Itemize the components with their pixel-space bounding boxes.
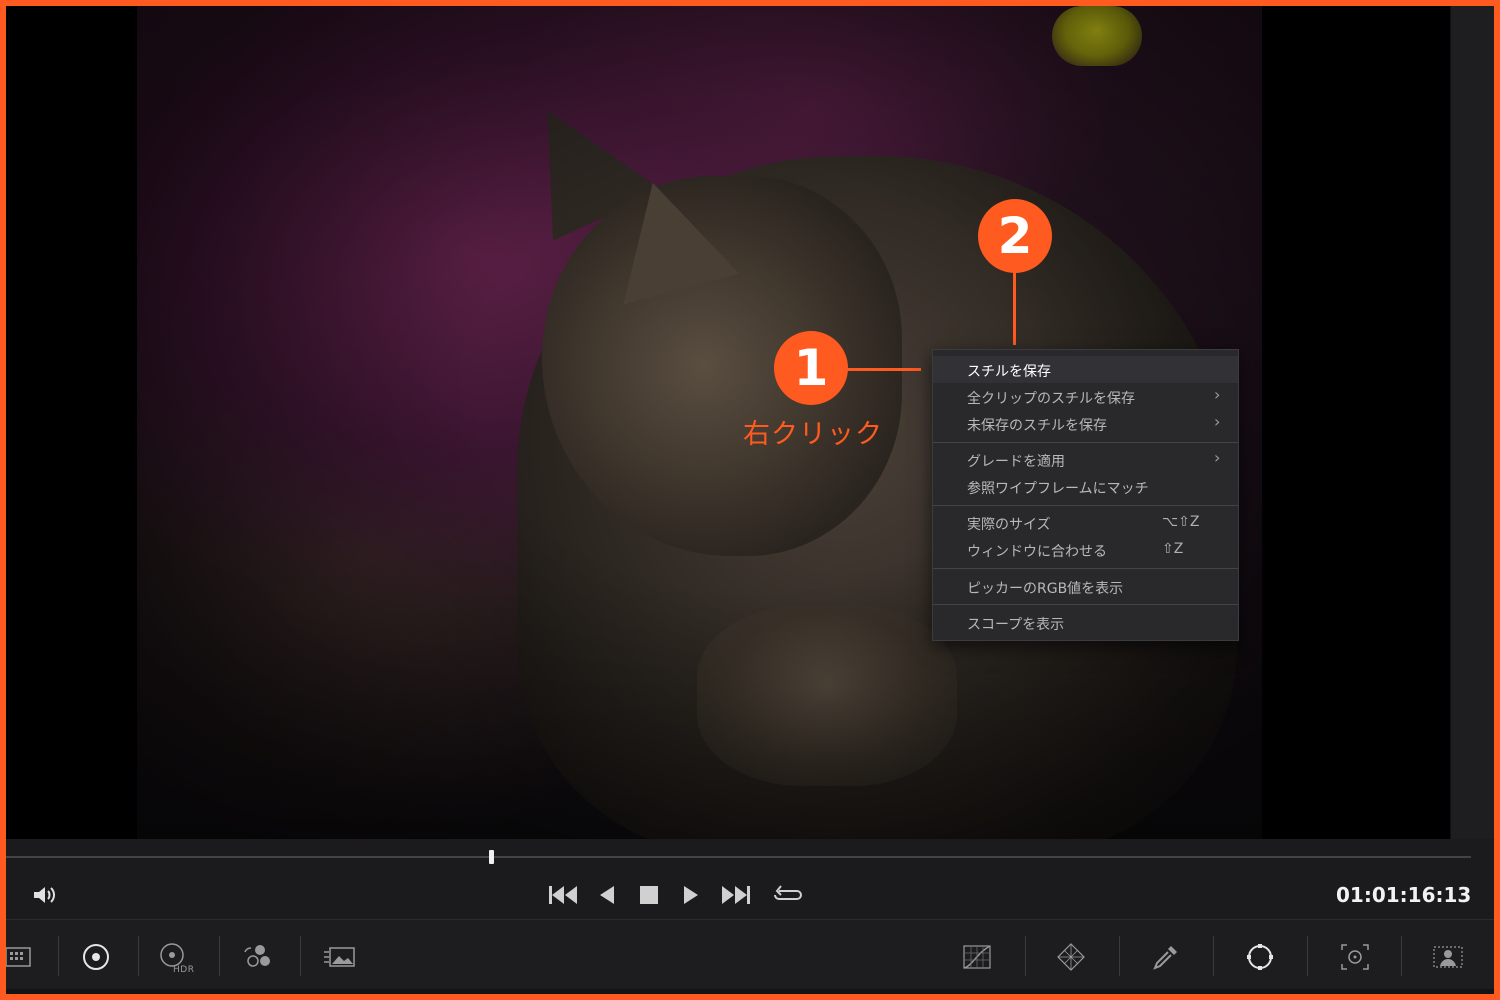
playhead[interactable] — [489, 850, 494, 864]
divider — [1307, 936, 1308, 976]
chevron-right-icon: › — [1214, 448, 1221, 467]
menu-separator — [933, 442, 1238, 443]
menu-item-show-scopes[interactable]: スコープを表示 — [933, 609, 1238, 636]
loop-icon[interactable] — [773, 883, 803, 908]
menu-item-actual-size[interactable]: 実際のサイズ ⌥⇧Z — [933, 509, 1238, 536]
play-icon[interactable] — [684, 886, 698, 907]
annotation-badge-2: 2 — [978, 199, 1052, 273]
curves-icon[interactable] — [960, 940, 994, 974]
menu-item-grab-unsaved-stills[interactable]: 未保存のスチルを保存 › — [933, 410, 1238, 437]
hdr-label: HDR — [173, 965, 195, 975]
skip-to-end-icon[interactable] — [722, 886, 750, 907]
menu-item-grab-still[interactable]: スチルを保存 — [933, 356, 1238, 383]
color-warper-icon[interactable] — [1054, 940, 1088, 974]
magic-mask-icon[interactable] — [1430, 940, 1464, 974]
divider — [300, 936, 301, 976]
menu-separator — [933, 505, 1238, 506]
side-panel-edge — [1450, 6, 1494, 839]
clip-grid-icon[interactable] — [6, 940, 36, 974]
rgb-mixer-icon[interactable] — [241, 940, 275, 974]
annotation-badge-1: 1 — [774, 331, 848, 405]
menu-item-fit-to-window[interactable]: ウィンドウに合わせる ⇧Z — [933, 536, 1238, 563]
palette-toolbar: HDR — [6, 920, 1494, 994]
divider — [1119, 936, 1120, 976]
annotation-callout: 右クリック — [743, 419, 883, 450]
divider — [1401, 936, 1402, 976]
stop-icon[interactable] — [640, 886, 658, 907]
divider — [138, 936, 139, 976]
menu-separator — [933, 568, 1238, 569]
divider — [58, 936, 59, 976]
divider — [1025, 936, 1026, 976]
timecode: 01:01:16:13 — [1336, 883, 1472, 907]
menu-item-apply-grade[interactable]: グレードを適用 › — [933, 446, 1238, 473]
volume-icon[interactable] — [32, 885, 58, 908]
annotation-line-2 — [1013, 271, 1016, 345]
chevron-right-icon: › — [1214, 412, 1221, 431]
motion-effects-icon[interactable] — [322, 940, 356, 974]
menu-item-grab-all-stills[interactable]: 全クリップのスチルを保存 › — [933, 383, 1238, 410]
menu-separator — [933, 604, 1238, 605]
menu-item-show-picker-rgb[interactable]: ピッカーのRGB値を表示 — [933, 573, 1238, 600]
chevron-right-icon: › — [1214, 385, 1221, 404]
divider — [219, 936, 220, 976]
scrubber-bar[interactable] — [6, 856, 1471, 858]
tracker-icon[interactable] — [1338, 940, 1372, 974]
app-window: 1 右クリック 2 スチルを保存 全クリップのスチルを保存 › 未保存のスチルを… — [6, 6, 1494, 994]
power-window-icon[interactable] — [1243, 940, 1277, 974]
context-menu: スチルを保存 全クリップのスチルを保存 › 未保存のスチルを保存 › グレードを… — [932, 349, 1239, 641]
qualifier-picker-icon[interactable] — [1149, 940, 1183, 974]
bottom-edge — [6, 989, 1494, 994]
play-reverse-icon[interactable] — [600, 886, 614, 907]
divider — [1213, 936, 1214, 976]
primaries-wheels-icon[interactable] — [79, 940, 113, 974]
annotation-line-1 — [846, 368, 921, 371]
skip-to-start-icon[interactable] — [549, 886, 577, 907]
menu-item-match-reference-wipe[interactable]: 参照ワイプフレームにマッチ — [933, 473, 1238, 500]
